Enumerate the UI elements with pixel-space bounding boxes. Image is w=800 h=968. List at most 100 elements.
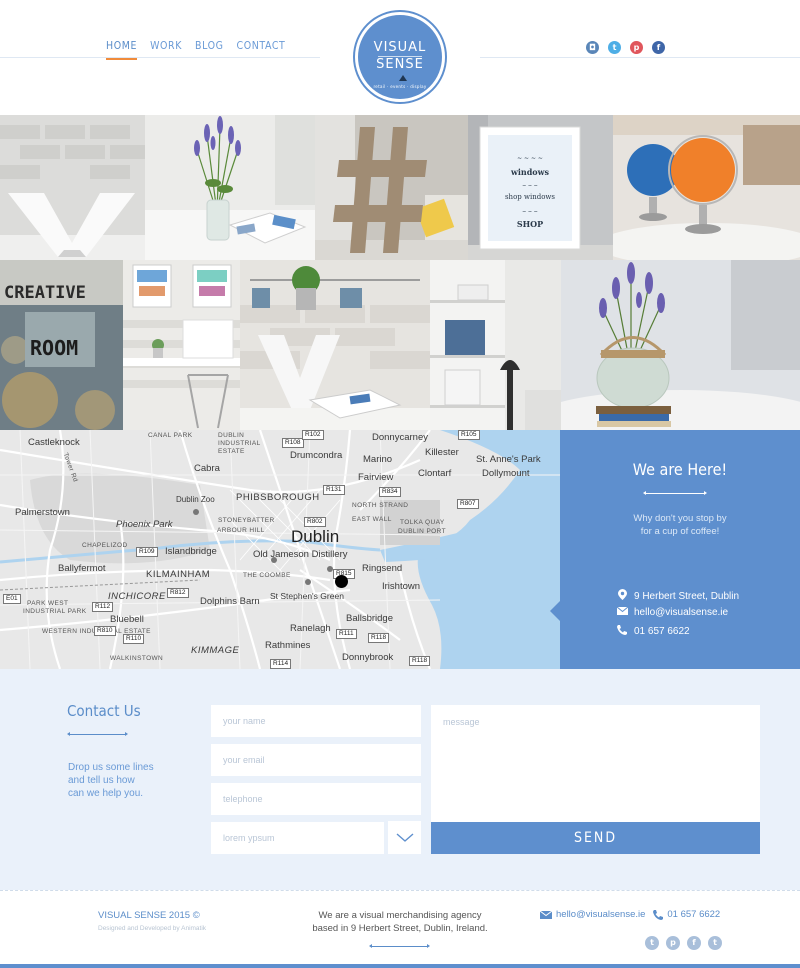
intro-line: and tell us how — [68, 775, 135, 786]
map-label: Killester — [425, 447, 459, 458]
footer-brand: VISUAL SENSE 2015 © — [98, 910, 200, 921]
map-label: Drumcondra — [290, 450, 343, 461]
twitter-icon[interactable]: t — [645, 936, 659, 950]
twitter-icon[interactable]: t — [708, 936, 722, 950]
road-sign: R118 — [368, 633, 390, 643]
select-dropdown-button[interactable] — [388, 821, 421, 854]
map-label: Dollymount — [482, 468, 530, 479]
twitter-icon[interactable]: t — [608, 41, 621, 54]
site-header: HOME WORK BLOG CONTACT VISUAL SENSE reta… — [0, 0, 800, 115]
visual-sense-logo[interactable]: VISUAL SENSE retail · events · display — [355, 12, 445, 102]
posters-desk-tile[interactable] — [123, 260, 240, 430]
map-label: Phoenix Park — [116, 519, 173, 530]
location-map[interactable]: Castleknock CANAL PARK DUBLIN INDUSTRIAL… — [0, 430, 560, 669]
subtitle-line-2: for a cup of coffee! — [640, 526, 720, 537]
nav-home[interactable]: HOME — [106, 40, 138, 60]
lavender-magazine-photo — [145, 115, 315, 260]
address-row: 9 Herbert Street, Dublin — [615, 589, 739, 603]
map-label: Rathmines — [265, 640, 311, 651]
svg-text:ROOM: ROOM — [30, 336, 78, 360]
map-label: Dolphins Barn — [200, 596, 260, 607]
map-label: Donnybrook — [342, 652, 394, 663]
globes-tile[interactable] — [613, 115, 800, 260]
footer-phone[interactable]: 01 657 6622 — [667, 909, 720, 920]
panel-notch — [550, 601, 560, 621]
map-label: DUBLIN INDUSTRIAL ESTATE — [218, 432, 261, 455]
contact-title: Contact Us — [67, 702, 141, 720]
shop-windows-print-tile[interactable]: ~ ~ ~ ~ windows ~ ~ ~ shop windows ~ ~ ~… — [468, 115, 613, 260]
footer-accent-bar — [0, 964, 800, 968]
map-label: KILMAINHAM — [146, 569, 211, 580]
wall-planters-tile[interactable] — [240, 260, 430, 430]
map-label: ARBOUR HILL — [217, 527, 265, 534]
nav-contact[interactable]: CONTACT — [237, 40, 286, 60]
map-location-pin[interactable] — [335, 575, 348, 588]
hashtag-tile[interactable] — [315, 115, 468, 260]
map-label: DUBLIN PORT — [398, 528, 446, 535]
subject-select[interactable]: lorem ypsum — [211, 822, 384, 854]
envelope-icon — [540, 910, 552, 919]
phone-row[interactable]: 01 657 6622 — [615, 625, 690, 638]
road-sign: R834 — [379, 487, 401, 497]
map-label: EAST WALL — [352, 516, 392, 523]
lavender-jar-photo — [561, 260, 800, 430]
road-sign: R131 — [323, 485, 345, 495]
road-sign: R108 — [282, 438, 304, 448]
gallery-row-1: ~ ~ ~ ~ windows ~ ~ ~ shop windows ~ ~ ~… — [0, 115, 800, 260]
message-field[interactable]: message — [431, 705, 760, 822]
pinterest-icon[interactable]: p — [630, 41, 643, 54]
letter-v-tile[interactable] — [0, 115, 145, 260]
map-label: Cabra — [194, 463, 220, 474]
lavender-jar-tile[interactable] — [561, 260, 800, 430]
arrow-divider — [67, 732, 128, 736]
name-field[interactable]: your name — [211, 705, 421, 737]
road-sign: R114 — [270, 659, 292, 669]
letter-v-photo — [0, 115, 145, 260]
footer-divider — [0, 890, 800, 891]
instagram-icon[interactable]: ◘ — [586, 41, 599, 54]
nav-blog[interactable]: BLOG — [195, 40, 224, 60]
pinterest-icon[interactable]: p — [666, 936, 680, 950]
road-sign: R111 — [336, 629, 357, 639]
map-label: Irishtown — [382, 581, 421, 592]
map-label: KIMMAGE — [191, 645, 240, 656]
footer-email[interactable]: hello@visualsense.ie — [556, 909, 645, 920]
facebook-icon[interactable]: f — [652, 41, 665, 54]
creative-room-tile[interactable]: CREATIVE ROOM — [0, 260, 123, 430]
subtitle-line-1: Why don't you stop by — [633, 513, 727, 524]
contact-intro: Drop us some lines and tell us how can w… — [68, 761, 168, 800]
email-row[interactable]: hello@visualsense.ie — [615, 606, 728, 618]
email-field[interactable]: your email — [211, 744, 421, 776]
send-button[interactable]: SEND — [431, 822, 760, 854]
road-sign: R110 — [123, 634, 145, 644]
map-label: Fairview — [358, 472, 394, 483]
intro-line: Drop us some lines — [68, 762, 154, 773]
nav-work[interactable]: WORK — [150, 40, 182, 60]
map-label: THE COOMBE — [243, 572, 291, 579]
email-text[interactable]: hello@visualsense.ie — [634, 607, 728, 618]
road-sign: R105 — [458, 430, 480, 440]
map-label: CHAPELIZOD — [82, 542, 128, 549]
map-label: TOLKA QUAY — [400, 519, 445, 526]
telephone-field[interactable]: telephone — [211, 783, 421, 815]
road-sign: R812 — [167, 588, 189, 598]
road-sign: R118 — [409, 656, 431, 666]
shelves-lamp-tile[interactable] — [430, 260, 561, 430]
phone-text[interactable]: 01 657 6622 — [634, 626, 690, 637]
arrow-divider — [643, 491, 707, 495]
road-sign: R802 — [304, 517, 326, 527]
svg-text:~ ~ ~: ~ ~ ~ — [522, 183, 538, 189]
lavender-magazine-tile[interactable] — [145, 115, 315, 260]
site-footer: VISUAL SENSE 2015 © Designed and Develop… — [0, 890, 800, 968]
map-label: STONEYBATTER — [218, 517, 275, 524]
footer-social: t p f t — [645, 936, 722, 950]
posters-desk-photo — [123, 260, 240, 430]
header-rule-right — [480, 57, 800, 58]
chevron-down-icon — [396, 832, 413, 842]
shop-windows-print-photo: ~ ~ ~ ~ windows ~ ~ ~ shop windows ~ ~ ~… — [468, 115, 613, 260]
svg-text:CREATIVE: CREATIVE — [4, 283, 86, 303]
facebook-icon[interactable]: f — [687, 936, 701, 950]
print-word-windows: windows — [510, 167, 550, 177]
map-label: St Stephen's Green — [270, 591, 344, 601]
footer-credit[interactable]: Designed and Developed by Animatik — [98, 925, 206, 932]
